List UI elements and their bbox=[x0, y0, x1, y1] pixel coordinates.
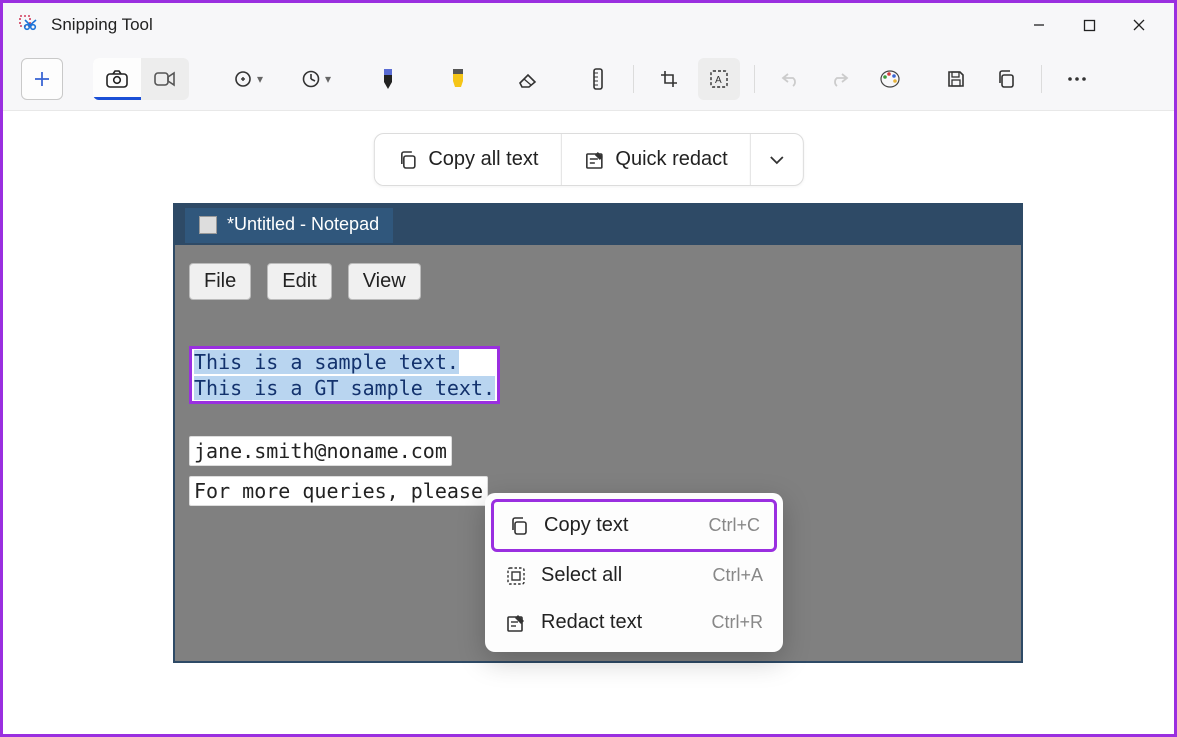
content-area: Copy all text Quick redact *Untitled - N… bbox=[3, 111, 1174, 734]
redact-icon bbox=[583, 150, 605, 170]
redo-button[interactable] bbox=[819, 58, 861, 100]
minimize-button[interactable] bbox=[1014, 5, 1064, 45]
context-select-all-shortcut: Ctrl+A bbox=[712, 565, 763, 586]
pen-tool-button[interactable] bbox=[367, 58, 409, 100]
notepad-view-menu: View bbox=[348, 263, 421, 300]
select-all-icon bbox=[505, 566, 527, 586]
selected-text-block[interactable]: This is a sample text. This is a GT samp… bbox=[189, 346, 500, 404]
notepad-icon bbox=[199, 216, 217, 234]
save-button[interactable] bbox=[935, 58, 977, 100]
copy-all-text-label: Copy all text bbox=[428, 148, 538, 171]
notepad-titlebar: *Untitled - Notepad bbox=[175, 205, 1021, 245]
notepad-edit-menu: Edit bbox=[267, 263, 331, 300]
maximize-button[interactable] bbox=[1064, 5, 1114, 45]
snipping-tool-icon bbox=[19, 15, 39, 35]
notepad-file-menu: File bbox=[189, 263, 251, 300]
toolbar-separator bbox=[754, 65, 755, 93]
notepad-tab: *Untitled - Notepad bbox=[185, 208, 393, 243]
mode-toggle[interactable] bbox=[93, 58, 189, 100]
context-select-all-label: Select all bbox=[541, 564, 622, 587]
text-actions-dropdown[interactable] bbox=[751, 134, 803, 185]
ocr-text-email[interactable]: jane.smith@noname.com bbox=[189, 436, 452, 466]
selected-line-1: This is a sample text. bbox=[194, 350, 459, 374]
context-redact-label: Redact text bbox=[541, 611, 642, 634]
titlebar: Snipping Tool bbox=[3, 3, 1174, 47]
ocr-text-line[interactable]: For more queries, please bbox=[189, 476, 488, 506]
quick-redact-label: Quick redact bbox=[615, 148, 727, 171]
redact-icon bbox=[505, 613, 527, 633]
close-button[interactable] bbox=[1114, 5, 1164, 45]
copy-icon bbox=[508, 516, 530, 536]
delay-dropdown[interactable]: ▾ bbox=[295, 58, 337, 100]
copy-all-text-button[interactable]: Copy all text bbox=[374, 134, 560, 185]
chevron-down-icon bbox=[769, 155, 785, 165]
text-actions-bar: Copy all text Quick redact bbox=[373, 133, 803, 186]
context-select-all[interactable]: Select all Ctrl+A bbox=[491, 552, 777, 599]
ruler-tool-button[interactable] bbox=[577, 58, 619, 100]
context-menu: Copy text Ctrl+C Select all Ctrl+A Redac… bbox=[485, 493, 783, 652]
snip-shape-dropdown[interactable]: ▾ bbox=[227, 58, 269, 100]
video-mode-button[interactable] bbox=[141, 58, 189, 100]
chevron-down-icon: ▾ bbox=[325, 72, 331, 86]
toolbar-separator bbox=[633, 65, 634, 93]
notepad-menu: File Edit View bbox=[175, 245, 1021, 318]
svg-text:A: A bbox=[715, 75, 722, 86]
crop-tool-button[interactable] bbox=[648, 58, 690, 100]
toolbar: ▾ ▾ A bbox=[3, 47, 1174, 111]
selected-line-2: This is a GT sample text. bbox=[194, 376, 495, 400]
quick-redact-button[interactable]: Quick redact bbox=[561, 134, 749, 185]
text-actions-button[interactable]: A bbox=[698, 58, 740, 100]
edit-in-paint-button[interactable] bbox=[869, 58, 911, 100]
context-copy-shortcut: Ctrl+C bbox=[708, 515, 760, 536]
context-redact-text[interactable]: Redact text Ctrl+R bbox=[491, 599, 777, 646]
toolbar-separator bbox=[1041, 65, 1042, 93]
notepad-tab-title: *Untitled - Notepad bbox=[227, 214, 379, 235]
photo-mode-button[interactable] bbox=[93, 58, 141, 100]
eraser-tool-button[interactable] bbox=[507, 58, 549, 100]
context-copy-text[interactable]: Copy text Ctrl+C bbox=[491, 499, 777, 552]
context-copy-label: Copy text bbox=[544, 514, 628, 537]
more-button[interactable] bbox=[1056, 58, 1098, 100]
highlighter-tool-button[interactable] bbox=[437, 58, 479, 100]
undo-button[interactable] bbox=[769, 58, 811, 100]
chevron-down-icon: ▾ bbox=[257, 72, 263, 86]
copy-button[interactable] bbox=[985, 58, 1027, 100]
app-title: Snipping Tool bbox=[51, 15, 153, 35]
copy-icon bbox=[396, 150, 418, 170]
context-redact-shortcut: Ctrl+R bbox=[711, 612, 763, 633]
new-snip-button[interactable] bbox=[21, 58, 63, 100]
